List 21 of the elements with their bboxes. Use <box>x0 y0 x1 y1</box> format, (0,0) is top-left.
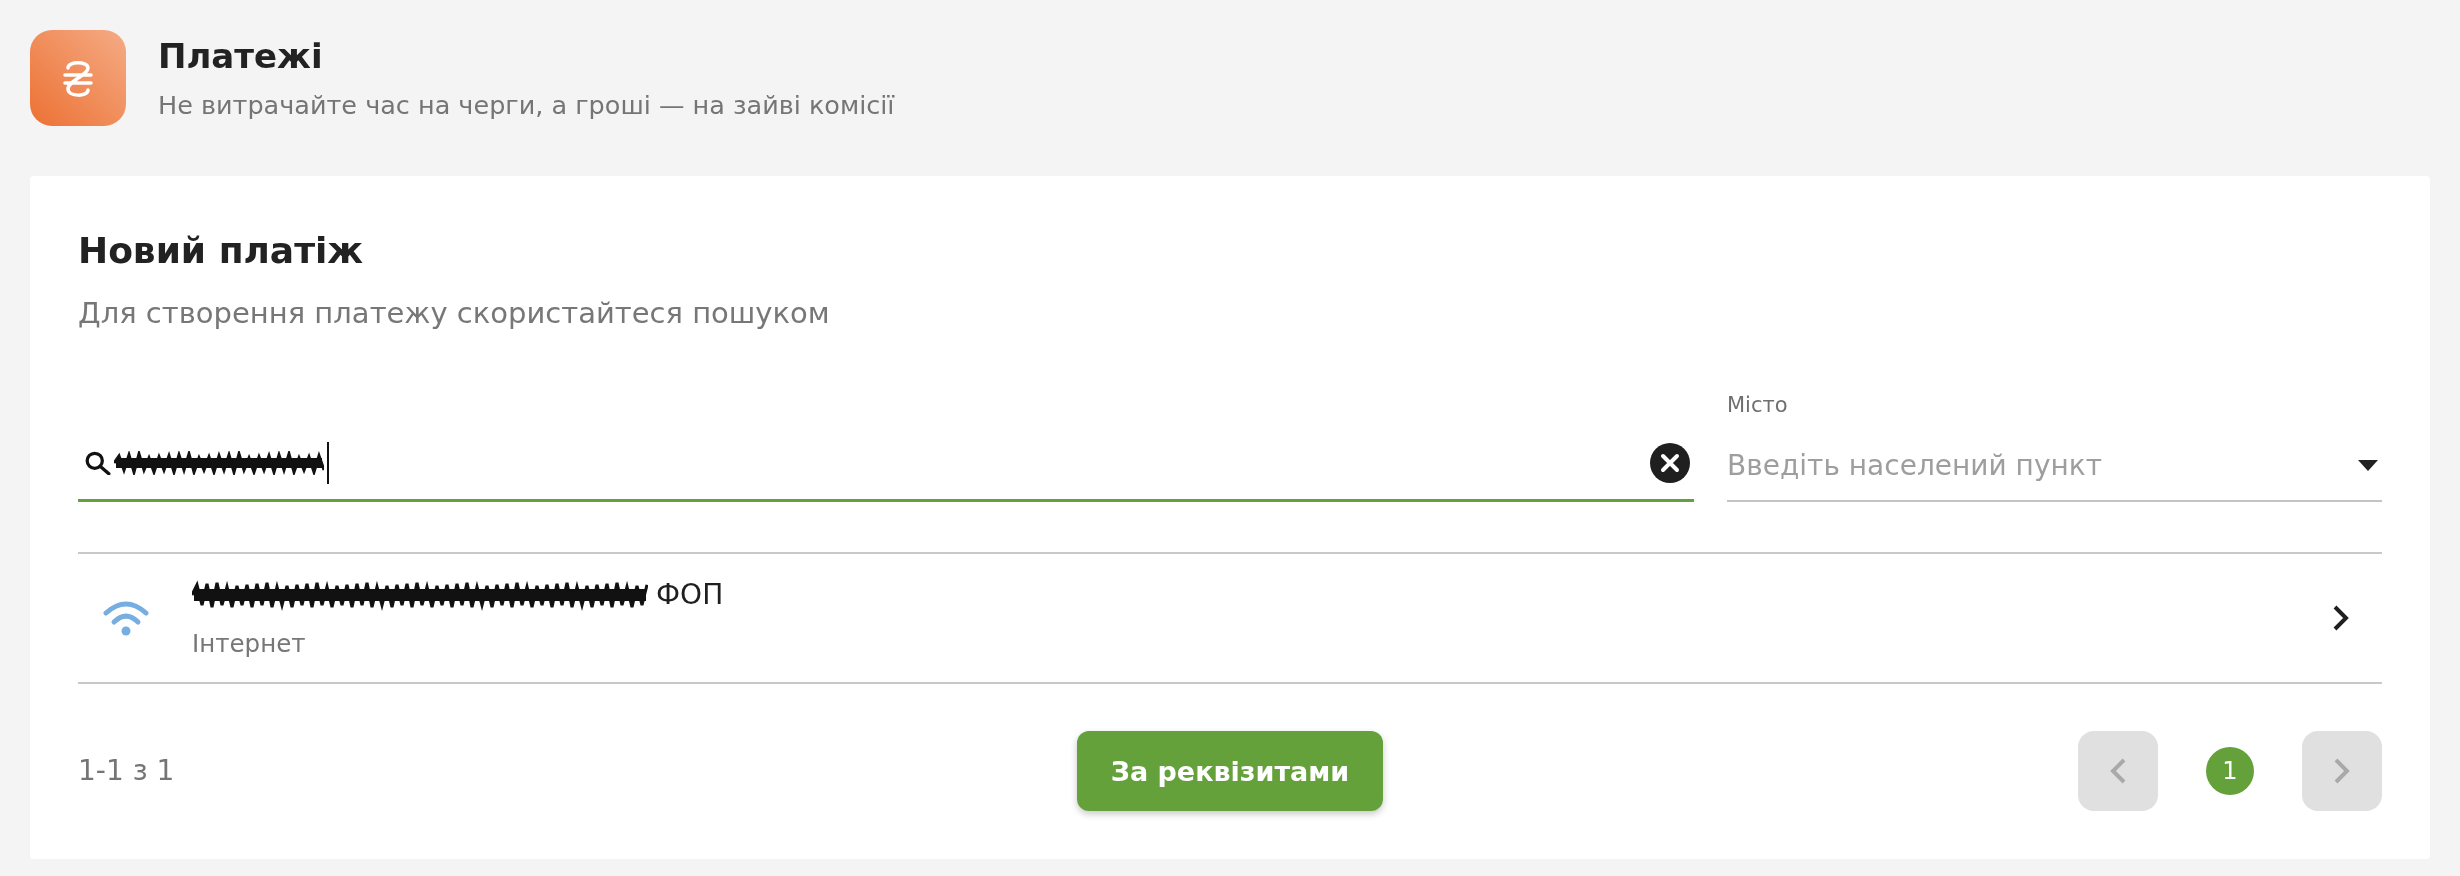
card-subtitle: Для створення платежу скористайтеся пошуком <box>78 295 830 332</box>
result-category: Інтернет <box>192 628 306 660</box>
city-field[interactable]: Введіть населений пункт <box>1727 419 2382 502</box>
card-title: Новий платіж <box>78 229 364 273</box>
results-range: 1-1 з 1 <box>78 753 175 789</box>
page-subtitle: Не витрачайте час на черги, а гроші — на зайві комісії <box>158 89 895 122</box>
chevron-right-icon <box>2334 758 2350 784</box>
chevron-left-icon <box>2110 758 2126 784</box>
dropdown-caret-icon[interactable] <box>2358 460 2378 471</box>
search-field[interactable] <box>78 439 1694 502</box>
result-title[interactable]: ФОП <box>656 576 724 614</box>
text-cursor <box>327 442 329 484</box>
wifi-icon <box>103 600 149 636</box>
by-details-button[interactable]: За реквізитами <box>1076 731 1384 811</box>
clear-icon[interactable] <box>1650 443 1690 483</box>
page-button[interactable]: 1 <box>2206 747 2254 795</box>
hryvnia-icon <box>30 30 126 126</box>
search-icon <box>85 451 111 475</box>
chevron-right-icon[interactable] <box>2333 605 2349 631</box>
city-label: Місто <box>1727 392 1788 419</box>
page-title: Платежі <box>158 35 323 78</box>
